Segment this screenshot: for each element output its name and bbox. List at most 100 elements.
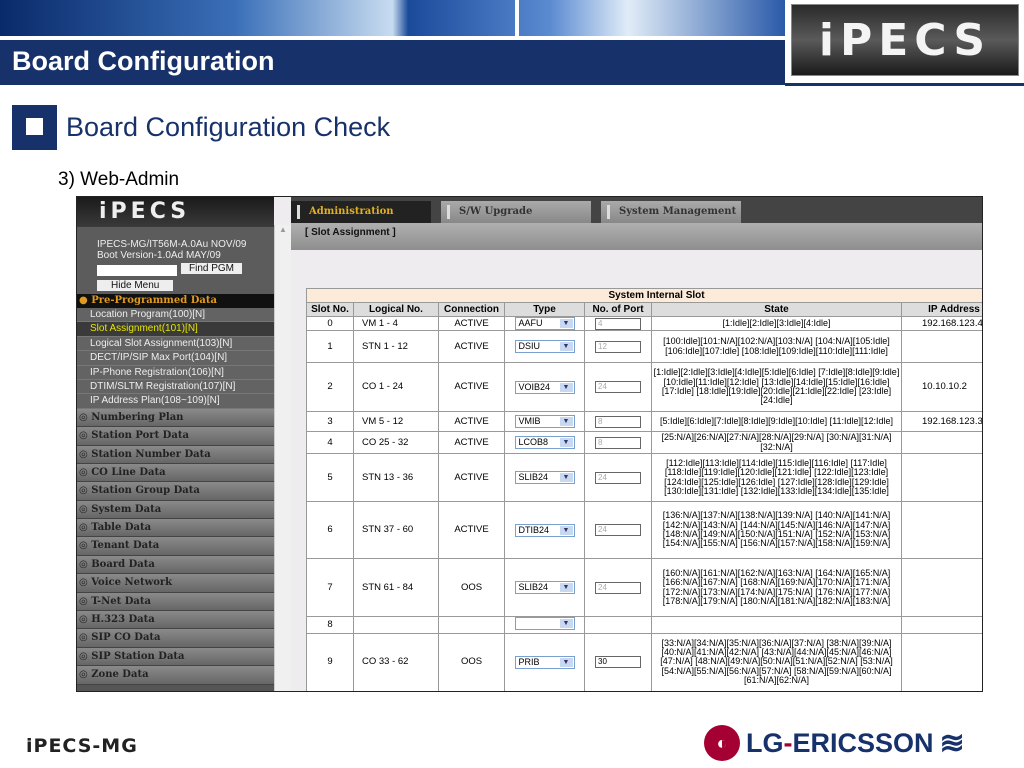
type-select[interactable]: DSIU ▼ bbox=[514, 340, 575, 353]
sidebar-item[interactable]: DTIM/SLTM Registration(107)[N] bbox=[77, 379, 274, 395]
sidebar-section[interactable]: ◎ Table Data bbox=[77, 519, 274, 538]
sidebar-section-label: Station Port Data bbox=[91, 430, 189, 442]
sidebar-section[interactable]: ◎ System Data bbox=[77, 500, 274, 520]
chevron-down-icon[interactable]: ▼ bbox=[559, 438, 573, 447]
ports-cell: 30 bbox=[584, 632, 652, 691]
port-count-input[interactable]: 8 bbox=[595, 415, 641, 428]
logical-number bbox=[353, 616, 439, 634]
type-cell: PRIB ▼ bbox=[504, 632, 585, 691]
sidebar-section[interactable]: ◎ Zone Data bbox=[77, 666, 274, 685]
circle-bullet-icon: ◎ bbox=[79, 595, 92, 607]
sidebar-section-label: Tenant Data bbox=[91, 540, 160, 552]
connection-status: ACTIVE bbox=[438, 411, 505, 432]
tab-s-w-upgrade[interactable]: S/W Upgrade bbox=[441, 201, 591, 223]
tab-system-management[interactable]: System Management bbox=[601, 201, 741, 223]
sidebar-section[interactable]: ◎ CO Line Data bbox=[77, 463, 274, 483]
type-cell: DTIB24 ▼ bbox=[504, 501, 585, 559]
connection-status: ACTIVE bbox=[438, 501, 505, 559]
sidebar-section[interactable]: ◎ Tenant Data bbox=[77, 537, 274, 556]
sidebar-item[interactable]: Logical Slot Assignment(103)[N] bbox=[77, 336, 274, 352]
sidebar-scrollbar[interactable]: ▲ bbox=[274, 225, 291, 691]
column-header: IP Address bbox=[900, 302, 982, 317]
port-count-input[interactable]: 8 bbox=[595, 436, 641, 449]
type-select[interactable]: LCOB8 ▼ bbox=[514, 436, 575, 449]
circle-bullet-icon: ◎ bbox=[79, 558, 92, 570]
webadmin-logo: iPECS bbox=[77, 197, 274, 227]
sidebar-section-label: SIP Station Data bbox=[91, 650, 185, 662]
sidebar-section[interactable]: ◎ T-Net Data bbox=[77, 592, 274, 612]
type-select[interactable]: PRIB ▼ bbox=[514, 655, 575, 669]
type-value: VOIB24 bbox=[518, 381, 551, 392]
sidebar-section[interactable]: ◎ SIP Station Data bbox=[77, 647, 274, 667]
slot-state: [1:Idle][2:Idle][3:Idle][4:Idle][5:Idle]… bbox=[651, 362, 902, 412]
sidebar-item[interactable]: DECT/IP/SIP Max Port(104)[N] bbox=[77, 351, 274, 366]
sidebar-section[interactable]: ◎ Station Number Data bbox=[77, 445, 274, 464]
type-select[interactable]: SLIB24 ▼ bbox=[514, 581, 575, 594]
ports-cell: 24 bbox=[584, 362, 652, 412]
sidebar-section[interactable]: ◎ Board Data bbox=[77, 555, 274, 575]
type-select[interactable]: SLIB24 ▼ bbox=[514, 471, 575, 484]
sidebar-item[interactable]: Location Program(100)[N] bbox=[77, 308, 274, 323]
table-row: 8 ▼ bbox=[306, 616, 982, 634]
circle-bullet-icon: ◎ bbox=[79, 485, 92, 497]
connection-status: ACTIVE bbox=[438, 316, 505, 331]
chevron-down-icon[interactable]: ▼ bbox=[559, 473, 573, 482]
chevron-down-icon[interactable]: ▼ bbox=[559, 525, 573, 535]
port-count-input[interactable]: 24 bbox=[595, 524, 641, 536]
menu-group-pre-programmed[interactable]: ● Pre-Programmed Data bbox=[77, 294, 274, 308]
sidebar-section[interactable]: ◎ H.323 Data bbox=[77, 611, 274, 630]
circle-bullet-icon: ◎ bbox=[79, 577, 92, 589]
ip-address bbox=[900, 330, 982, 363]
logical-number: STN 61 - 84 bbox=[353, 558, 439, 617]
sidebar-section-label: Station Group Data bbox=[91, 485, 200, 497]
logical-number: STN 1 - 12 bbox=[353, 330, 439, 363]
type-cell: SLIB24 ▼ bbox=[504, 453, 585, 502]
sidebar-section[interactable]: ◎ Station Port Data bbox=[77, 427, 274, 446]
sidebar-section[interactable]: ◎ Voice Network bbox=[77, 574, 274, 593]
type-cell: LCOB8 ▼ bbox=[504, 431, 585, 454]
port-count-input[interactable]: 30 bbox=[595, 656, 641, 669]
chevron-down-icon[interactable]: ▼ bbox=[559, 619, 573, 628]
scroll-up-icon[interactable]: ▲ bbox=[275, 225, 291, 234]
type-select[interactable]: AAFU ▼ bbox=[514, 317, 575, 330]
port-count-input[interactable]: 24 bbox=[595, 581, 641, 594]
chevron-down-icon[interactable]: ▼ bbox=[559, 342, 573, 351]
type-value: PRIB bbox=[518, 656, 540, 667]
port-count-input[interactable]: 24 bbox=[595, 471, 641, 484]
ip-address bbox=[900, 616, 982, 634]
type-value: SLIB24 bbox=[518, 472, 549, 482]
ip-address bbox=[900, 558, 982, 617]
chevron-down-icon[interactable]: ▼ bbox=[559, 319, 573, 328]
port-count-input[interactable]: 24 bbox=[595, 381, 641, 393]
chevron-down-icon[interactable]: ▼ bbox=[559, 417, 573, 426]
type-select[interactable]: ▼ bbox=[514, 617, 575, 630]
sidebar-section[interactable]: ◎ SIP CO Data bbox=[77, 629, 274, 648]
port-count-input[interactable]: 4 bbox=[595, 317, 641, 330]
logical-number: STN 37 - 60 bbox=[353, 501, 439, 559]
sidebar-item[interactable]: Slot Assignment(101)[N] bbox=[77, 322, 274, 337]
type-select[interactable]: VOIB24 ▼ bbox=[514, 380, 575, 394]
type-select[interactable]: DTIB24 ▼ bbox=[514, 523, 575, 537]
sidebar-item[interactable]: IP-Phone Registration(106)[N] bbox=[77, 365, 274, 380]
chevron-down-icon[interactable]: ▼ bbox=[559, 382, 573, 392]
sidebar-section[interactable]: ◎ Numbering Plan bbox=[77, 408, 274, 428]
sidebar-section[interactable]: ◎ Station Group Data bbox=[77, 482, 274, 501]
type-select[interactable]: VMIB ▼ bbox=[514, 415, 575, 428]
chevron-down-icon[interactable]: ▼ bbox=[559, 583, 573, 592]
table-row: 9 CO 33 - 62 OOS PRIB ▼ 30 [33:N/A][34:N/A][35… bbox=[306, 632, 982, 691]
section-heading: Board Configuration Check bbox=[66, 112, 391, 142]
column-header: Type bbox=[504, 302, 585, 317]
find-pgm-button[interactable]: Find PGM bbox=[181, 263, 243, 274]
connection-status: OOS bbox=[438, 558, 505, 617]
slot-number: 2 bbox=[306, 362, 354, 412]
port-count-input[interactable]: 12 bbox=[595, 340, 641, 353]
sidebar-item[interactable]: IP Address Plan(108~109)[N] bbox=[77, 394, 274, 409]
chevron-down-icon[interactable]: ▼ bbox=[559, 657, 573, 667]
slot-number: 8 bbox=[306, 616, 354, 634]
ipecs-mg-logo: iPECS-MG bbox=[26, 735, 138, 757]
hide-menu-button[interactable]: Hide Menu bbox=[97, 280, 174, 291]
sidebar-section-label: Board Data bbox=[91, 558, 155, 570]
tab-administration[interactable]: Administration bbox=[291, 201, 431, 223]
slot-state: [25:N/A][26:N/A][27:N/A][28:N/A][29:N/A]… bbox=[651, 431, 902, 454]
find-pgm-input[interactable] bbox=[97, 265, 177, 276]
